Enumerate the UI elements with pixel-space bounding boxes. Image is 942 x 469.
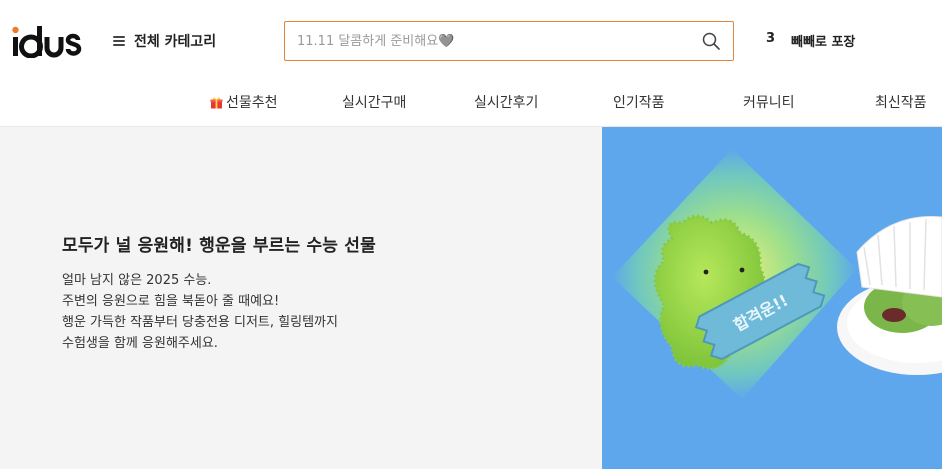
nav-item-popular[interactable]: 인기작품	[613, 92, 665, 112]
trending-keyword-text: 빼빼로 포장	[791, 35, 856, 50]
hero-description: 얼마 남지 않은 2025 수능. 주변의 응원으로 힘을 북돋아 줄 때예요!…	[62, 270, 338, 354]
hero-description-line: 행운 가득한 작품부터 당충전용 디저트, 힐링템까지	[62, 315, 338, 330]
menu-icon	[113, 36, 125, 46]
main-nav: 선물추천 실시간구매 실시간후기 인기작품 커뮤니티 최신작품	[0, 92, 942, 114]
nav-label: 최신작품	[875, 95, 927, 111]
nav-label: 실시간후기	[474, 95, 539, 111]
logo-mark	[12, 26, 82, 58]
idus-logo[interactable]	[10, 22, 82, 58]
hero-banner-text[interactable]: 모두가 널 응원해! 행운을 부르는 수능 선물 얼마 남지 않은 2025 수…	[0, 127, 602, 469]
site-header: 전체 카테고리 3 빼빼로 포장 선물추천 실시간구매 실시간후기	[0, 0, 942, 127]
search-box[interactable]	[284, 21, 734, 61]
hero-banner-image[interactable]: 합격운!!	[602, 127, 942, 469]
hero-description-line: 수험생을 함께 응원해주세요.	[62, 336, 218, 351]
nav-label: 선물추천	[226, 95, 278, 111]
nav-label: 커뮤니티	[743, 95, 795, 111]
nav-label: 인기작품	[613, 95, 665, 111]
search-input[interactable]	[297, 33, 701, 49]
all-categories-label: 전체 카테고리	[134, 34, 217, 50]
hero-illustration: 합격운!!	[612, 149, 942, 399]
nav-item-latest[interactable]: 최신작품	[875, 92, 927, 112]
nav-item-community[interactable]: 커뮤니티	[743, 92, 795, 112]
hero-description-line: 주변의 응원으로 힘을 북돋아 줄 때예요!	[62, 294, 280, 309]
nav-item-gift-recommend[interactable]: 선물추천	[210, 92, 278, 112]
trending-rank: 3	[766, 31, 776, 46]
nav-item-realtime-purchase[interactable]: 실시간구매	[342, 92, 406, 112]
all-categories-button[interactable]: 전체 카테고리	[113, 30, 216, 52]
trending-keyword[interactable]: 3 빼빼로 포장	[766, 31, 855, 50]
search-icon[interactable]	[701, 31, 721, 51]
hero-description-line: 얼마 남지 않은 2025 수능.	[62, 273, 212, 288]
nav-label: 실시간구매	[342, 95, 407, 111]
hero-title: 모두가 널 응원해! 행운을 부르는 수능 선물	[62, 236, 376, 256]
gift-icon	[210, 97, 223, 108]
nav-item-realtime-review[interactable]: 실시간후기	[474, 92, 538, 112]
